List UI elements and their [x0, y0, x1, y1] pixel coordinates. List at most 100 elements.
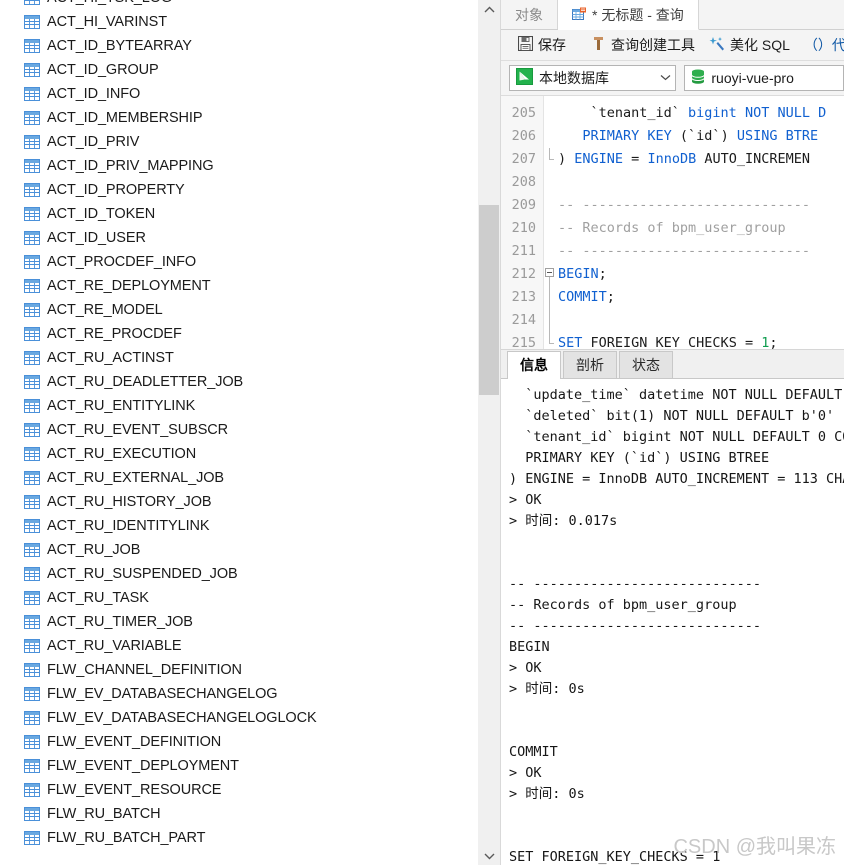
table-list-item[interactable]: ACT_ID_GROUP: [0, 58, 478, 82]
database-select[interactable]: ruoyi-vue-pro: [684, 65, 844, 91]
beautify-sql-button[interactable]: 美化 SQL: [702, 33, 797, 57]
table-list-item[interactable]: ACT_RU_EXECUTION: [0, 442, 478, 466]
fold-marker[interactable]: [544, 332, 558, 349]
code-token: -- Records of bpm_user_group: [558, 220, 786, 236]
fold-marker[interactable]: [544, 309, 558, 332]
table-icon: [24, 831, 40, 845]
code-line[interactable]: -- ----------------------------: [558, 240, 844, 263]
table-list-item[interactable]: ACT_ID_INFO: [0, 82, 478, 106]
result-tab[interactable]: 信息: [507, 351, 561, 379]
console-line: SET FOREIGN_KEY_CHECKS = 1: [509, 849, 721, 865]
line-number-gutter: 205206207208209210211212213214215216: [501, 96, 544, 349]
scrollbar-track[interactable]: [478, 18, 500, 847]
code-line[interactable]: [558, 309, 844, 332]
code-folding-gutter[interactable]: [544, 96, 558, 349]
code-snippet-label: （）代码: [803, 37, 844, 53]
output-console[interactable]: `update_time` datetime NOT NULL DEFAULT …: [501, 379, 844, 865]
fold-marker[interactable]: [544, 148, 558, 171]
scroll-up-arrow-icon[interactable]: [478, 0, 500, 18]
fold-marker[interactable]: [544, 263, 558, 286]
table-list-item[interactable]: FLW_EVENT_RESOURCE: [0, 778, 478, 802]
code-line[interactable]: PRIMARY KEY (`id`) USING BTRE: [558, 125, 844, 148]
table-list-item[interactable]: ACT_ID_PRIV_MAPPING: [0, 154, 478, 178]
connection-bar: 本地数据库 ruoyi-vue-pro: [501, 61, 844, 96]
object-list-pane: ACT_HI_TSK_LOG ACT_HI_VARINST ACT_ID_BYTEA…: [0, 0, 478, 865]
table-icon: [24, 351, 40, 365]
table-list-item[interactable]: ACT_RU_TASK: [0, 586, 478, 610]
table-list-item[interactable]: ACT_ID_USER: [0, 226, 478, 250]
code-line[interactable]: `tenant_id` bigint NOT NULL D: [558, 102, 844, 125]
table-list-item[interactable]: ACT_RU_DEADLETTER_JOB: [0, 370, 478, 394]
chevron-down-icon[interactable]: [656, 73, 671, 84]
table-list-item[interactable]: ACT_HI_TSK_LOG: [0, 0, 478, 10]
result-tab[interactable]: 状态: [619, 351, 673, 378]
table-list-item[interactable]: ACT_RU_VARIABLE: [0, 634, 478, 658]
code-token: FOREIGN_KEY_CHECKS =: [582, 335, 762, 349]
table-list-item[interactable]: ACT_RE_PROCDEF: [0, 322, 478, 346]
code-token: -- ----------------------------: [558, 197, 810, 213]
table-list-item[interactable]: FLW_EV_DATABASECHANGELOG: [0, 682, 478, 706]
table-icon: [24, 399, 40, 413]
table-list-item[interactable]: ACT_RE_MODEL: [0, 298, 478, 322]
fold-marker[interactable]: [544, 286, 558, 309]
table-list-item[interactable]: ACT_ID_PRIV: [0, 130, 478, 154]
tab-query-untitled[interactable]: * 无标题 - 查询: [558, 0, 699, 30]
save-button[interactable]: 保存: [511, 33, 573, 57]
query-builder-button[interactable]: 查询创建工具: [585, 33, 702, 57]
table-list-item-label: ACT_ID_GROUP: [47, 62, 159, 78]
table-list-item-label: ACT_ID_PROPERTY: [47, 182, 185, 198]
table-list-item[interactable]: ACT_RU_ENTITYLINK: [0, 394, 478, 418]
line-number: 211: [511, 243, 536, 259]
table-list-item[interactable]: FLW_RU_BATCH_PART: [0, 826, 478, 850]
code-line[interactable]: [558, 171, 844, 194]
code-token: ;: [598, 266, 607, 282]
sql-code-area[interactable]: `tenant_id` bigint NOT NULL D PRIMARY KE…: [558, 96, 844, 349]
code-line[interactable]: SET FOREIGN_KEY_CHECKS = 1;: [558, 332, 844, 349]
console-line: > 时间: 0s: [509, 681, 585, 697]
object-list-scrollbar[interactable]: [478, 0, 501, 865]
table-list-item[interactable]: FLW_EVENT_DEFINITION: [0, 730, 478, 754]
table-list-item[interactable]: ACT_ID_MEMBERSHIP: [0, 106, 478, 130]
table-list-item-label: ACT_ID_TOKEN: [47, 206, 156, 222]
table-list-item[interactable]: ACT_RU_ACTINST: [0, 346, 478, 370]
table-list-item[interactable]: ACT_RU_EVENT_SUBSCR: [0, 418, 478, 442]
code-line[interactable]: -- Records of bpm_user_group: [558, 217, 844, 240]
table-list-item[interactable]: FLW_RU_BATCH: [0, 802, 478, 826]
table-icon: [24, 711, 40, 725]
table-icon: [24, 87, 40, 101]
line-number: 210: [511, 220, 536, 236]
database-icon: [691, 69, 705, 88]
tab-objects[interactable]: 对象: [501, 0, 558, 29]
table-list-item[interactable]: ACT_HI_VARINST: [0, 10, 478, 34]
scroll-down-arrow-icon[interactable]: [478, 847, 500, 865]
table-list-item[interactable]: ACT_ID_TOKEN: [0, 202, 478, 226]
table-list-item[interactable]: ACT_RU_TIMER_JOB: [0, 610, 478, 634]
table-list-item[interactable]: FLW_EV_DATABASECHANGELOGLOCK: [0, 706, 478, 730]
table-list-item[interactable]: ACT_ID_PROPERTY: [0, 178, 478, 202]
table-list-item[interactable]: FLW_EVENT_DEPLOYMENT: [0, 754, 478, 778]
code-line[interactable]: COMMIT;: [558, 286, 844, 309]
sql-editor[interactable]: 205206207208209210211212213214215216 `te…: [501, 96, 844, 350]
connection-select[interactable]: 本地数据库: [509, 65, 677, 91]
table-list-item[interactable]: ACT_RU_EXTERNAL_JOB: [0, 466, 478, 490]
table-list-item[interactable]: ACT_RU_JOB: [0, 538, 478, 562]
code-line[interactable]: ) ENGINE = InnoDB AUTO_INCREMEN: [558, 148, 844, 171]
table-list-item[interactable]: FLW_CHANNEL_DEFINITION: [0, 658, 478, 682]
table-icon: [24, 303, 40, 317]
result-tab[interactable]: 剖析: [563, 351, 617, 378]
scrollbar-thumb[interactable]: [479, 205, 499, 395]
table-list-item[interactable]: ACT_RE_DEPLOYMENT: [0, 274, 478, 298]
table-list-item[interactable]: ACT_RU_HISTORY_JOB: [0, 490, 478, 514]
table-list-item-label: FLW_RU_BATCH: [47, 806, 161, 822]
table-list-item[interactable]: ACT_PROCDEF_INFO: [0, 250, 478, 274]
table-list-item[interactable]: ACT_RU_IDENTITYLINK: [0, 514, 478, 538]
table-list-item[interactable]: ACT_RU_SUSPENDED_JOB: [0, 562, 478, 586]
code-snippet-button[interactable]: （）代码: [797, 33, 844, 57]
table-list-item[interactable]: ACT_ID_BYTEARRAY: [0, 34, 478, 58]
code-line[interactable]: -- ----------------------------: [558, 194, 844, 217]
console-line: BEGIN: [509, 639, 550, 655]
code-line[interactable]: BEGIN;: [558, 263, 844, 286]
line-number: 205: [511, 105, 536, 121]
